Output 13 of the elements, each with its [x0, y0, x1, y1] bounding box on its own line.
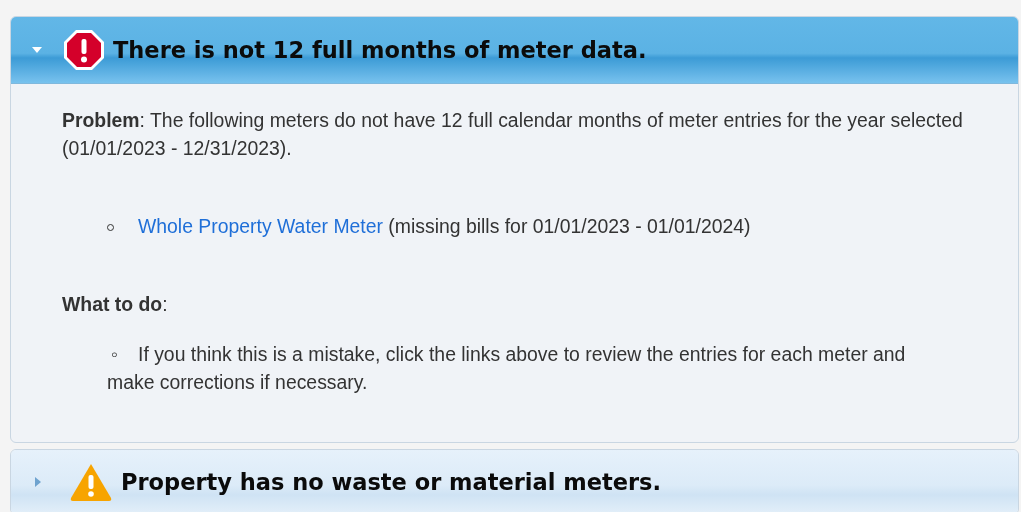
advice-text: ◦ If you think this is a mistake, click the links above to review the entries for each meter and make corrections if necessary. — [107, 342, 907, 395]
caret-down-icon — [32, 47, 42, 53]
problem-text: Problem: The following meters do not have 12 full calendar months of meter entries for the year selected (01/01/2023 - 12/31/2023). — [62, 108, 964, 161]
warning-icon — [69, 462, 113, 502]
panel-header[interactable]: There is not 12 full months of meter data. — [11, 17, 1018, 84]
error-icon — [63, 29, 105, 71]
caret-right-icon — [35, 477, 41, 487]
panel-header[interactable]: Property has no waste or material meters. — [11, 450, 1018, 512]
meter-link[interactable]: Whole Property Water Meter — [138, 215, 383, 237]
what-to-do-heading: What to do: — [62, 292, 169, 317]
panel-title: Property has no waste or material meters. — [121, 469, 662, 495]
panel-title: There is not 12 full months of meter data. — [113, 37, 647, 63]
missing-bills-text: (missing bills for 01/01/2023 - 01/01/2024) — [387, 215, 751, 237]
